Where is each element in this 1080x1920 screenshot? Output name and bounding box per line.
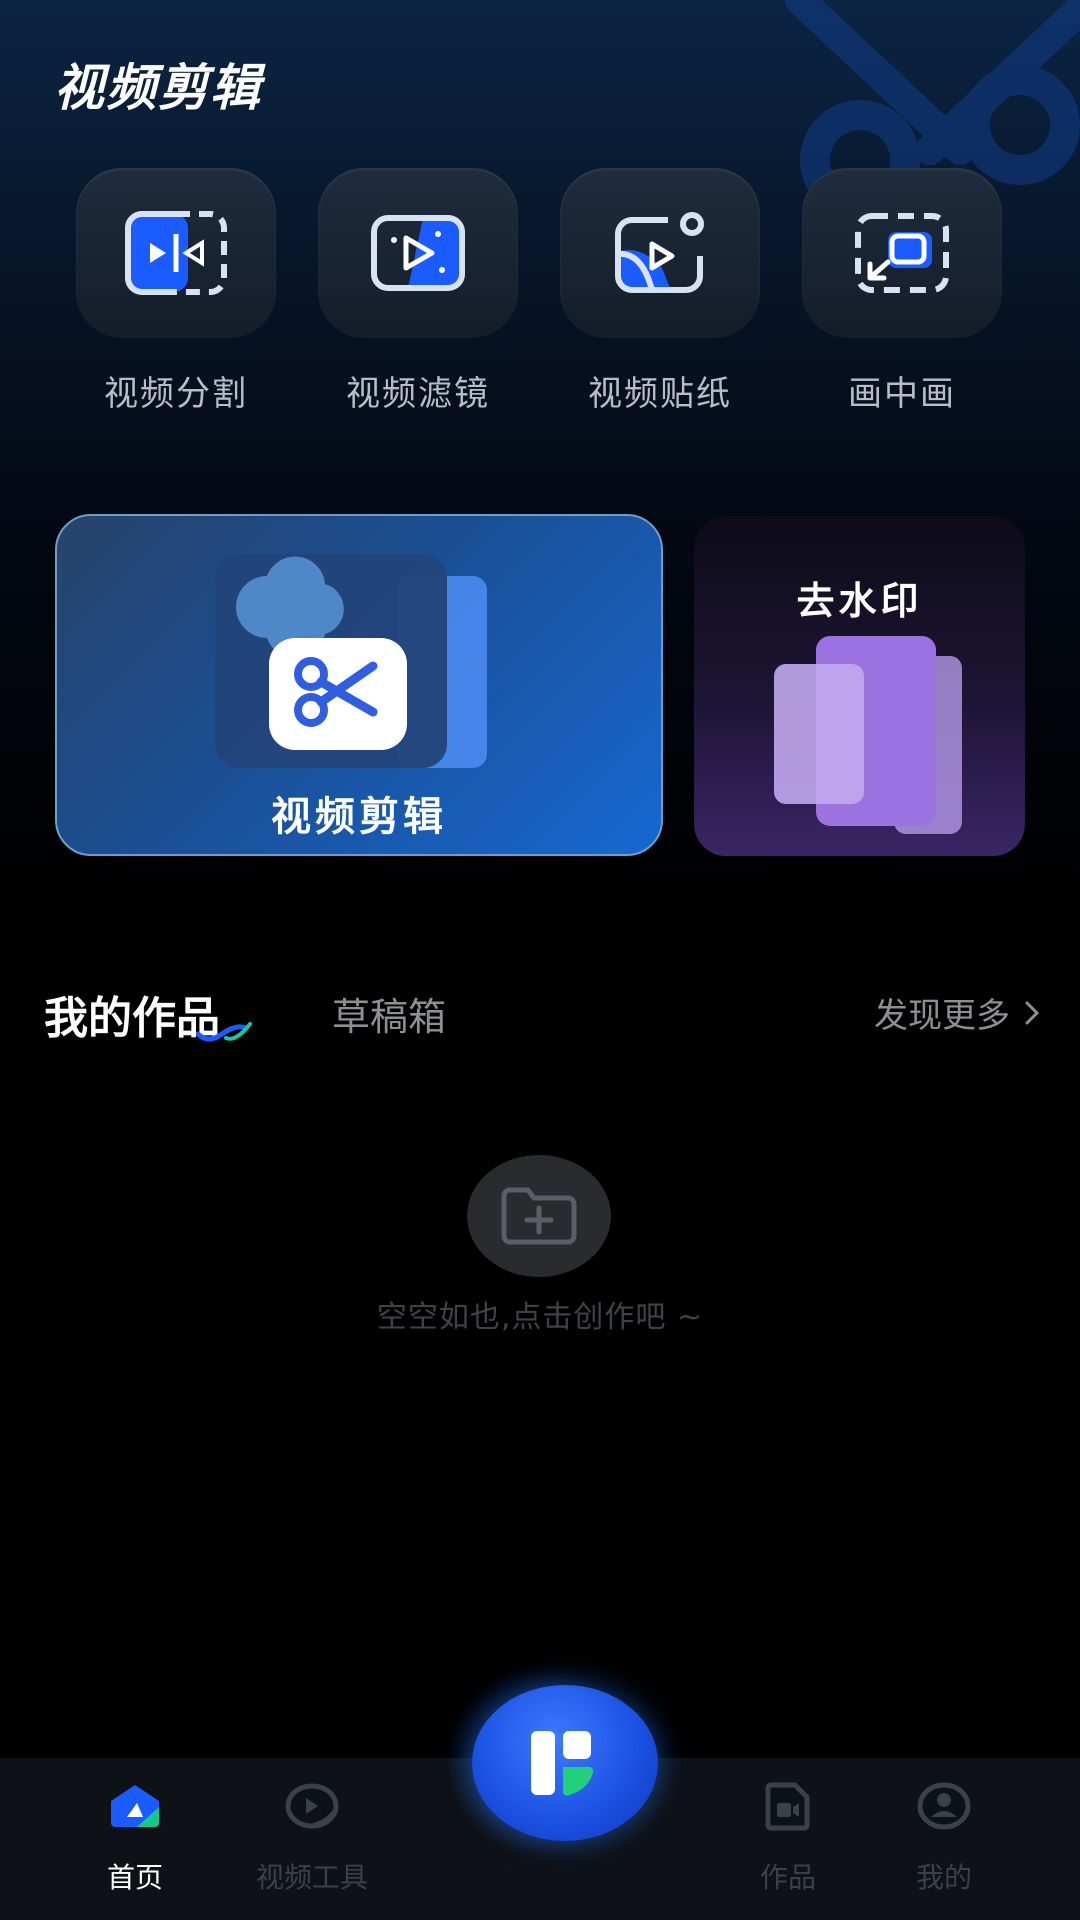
nav-item-video-tools[interactable]: 视频工具	[232, 1778, 392, 1896]
video-edit-card-label: 视频剪辑	[271, 794, 447, 840]
nav-item-home[interactable]: 首页	[55, 1778, 215, 1896]
discover-more-label: 发现更多	[874, 996, 1010, 1036]
works-icon	[765, 1782, 810, 1831]
tool-video-sticker-label: 视频贴纸	[588, 374, 732, 414]
video-tools-icon	[285, 1783, 339, 1829]
tool-video-filter-label: 视频滤镜	[346, 374, 490, 414]
empty-state-text: 空空如也,点击创作吧 ~	[376, 1300, 704, 1335]
tool-picture-in-picture[interactable]: 画中画	[802, 168, 1002, 415]
filter-icon	[371, 215, 465, 291]
page-title: 视频剪辑	[54, 59, 262, 117]
create-button[interactable]	[472, 1685, 658, 1841]
picture-in-picture-icon	[855, 213, 949, 293]
tool-video-split-label: 视频分割	[104, 374, 248, 414]
remove-watermark-card[interactable]: 去水印	[694, 516, 1025, 856]
active-tab-indicator	[196, 1022, 252, 1042]
tool-video-split[interactable]: 视频分割	[76, 168, 276, 415]
profile-icon	[917, 1782, 971, 1830]
discover-more-link[interactable]: 发现更多	[874, 988, 1040, 1037]
nav-item-works-label: 作品	[759, 1861, 816, 1894]
nav-item-works[interactable]: 作品	[708, 1778, 868, 1896]
split-icon	[125, 211, 227, 295]
video-edit-card[interactable]: 视频剪辑	[55, 514, 663, 856]
tool-video-filter[interactable]: 视频滤镜	[318, 168, 518, 415]
tool-picture-in-picture-label: 画中画	[848, 374, 956, 414]
nav-item-profile[interactable]: 我的	[864, 1778, 1024, 1896]
home-icon	[111, 1785, 159, 1827]
tab-my-works[interactable]: 我的作品	[44, 982, 220, 1046]
tool-picture-in-picture-button[interactable]	[802, 168, 1002, 338]
chevron-right-icon	[1025, 1001, 1040, 1024]
tool-video-sticker[interactable]: 视频贴纸	[560, 168, 760, 415]
nav-item-video-tools-label: 视频工具	[255, 1861, 368, 1894]
folder-add-icon	[501, 1187, 577, 1245]
empty-state-create-button[interactable]	[467, 1155, 611, 1277]
nav-item-profile-label: 我的	[915, 1861, 972, 1894]
sticker-icon	[615, 212, 704, 293]
nav-item-home-label: 首页	[106, 1861, 163, 1894]
tool-video-split-button[interactable]	[76, 168, 276, 338]
create-icon	[531, 1731, 594, 1796]
tool-video-sticker-button[interactable]	[560, 168, 760, 338]
tab-drafts[interactable]: 草稿箱	[332, 986, 446, 1041]
stacked-layers-icon	[774, 636, 962, 834]
tool-video-filter-button[interactable]	[318, 168, 518, 338]
